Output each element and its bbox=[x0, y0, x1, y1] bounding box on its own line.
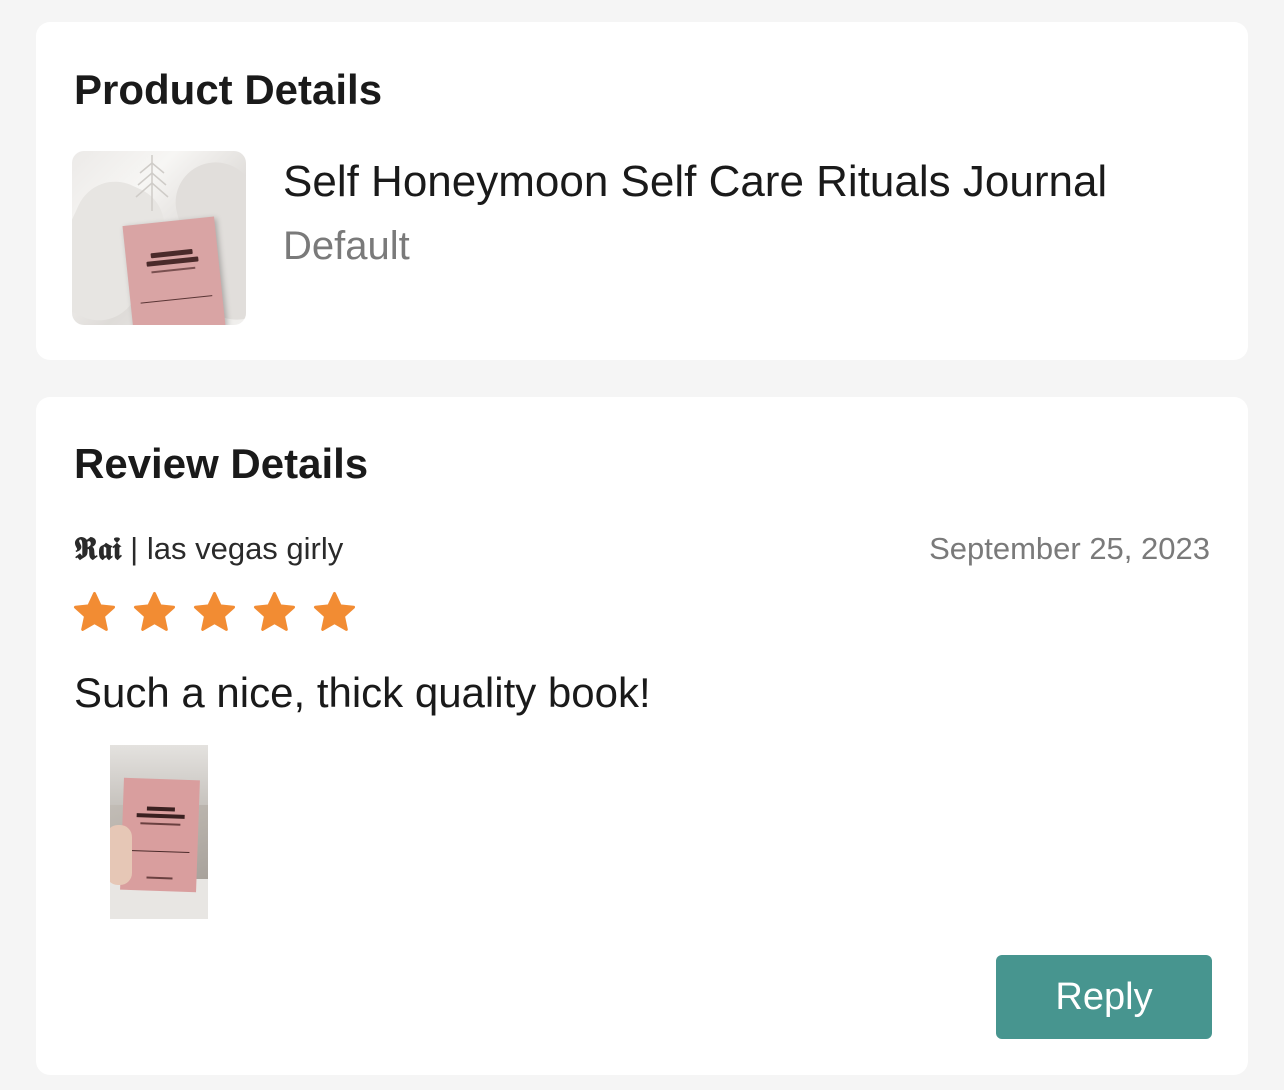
star-rating bbox=[72, 590, 357, 635]
star-icon bbox=[133, 591, 176, 631]
reviewer-suffix: | las vegas girly bbox=[121, 531, 344, 566]
reviewer-name: 𝕽𝖆𝖎 | las vegas girly bbox=[74, 530, 343, 568]
review-date: September 25, 2023 bbox=[929, 531, 1210, 566]
tree-pattern-icon bbox=[135, 155, 169, 211]
review-details-card: Review Details 𝕽𝖆𝖎 | las vegas girly Sep… bbox=[36, 397, 1248, 1075]
star-icon bbox=[73, 591, 116, 631]
star-icon bbox=[313, 591, 356, 631]
star-icon bbox=[193, 591, 236, 631]
reply-button[interactable]: Reply bbox=[996, 955, 1212, 1039]
product-thumbnail[interactable] bbox=[72, 151, 246, 325]
product-details-title: Product Details bbox=[74, 66, 383, 113]
product-details-card: Product Details Self Honeymoon Self Care… bbox=[36, 22, 1248, 360]
hand-image bbox=[110, 825, 132, 885]
review-text: Such a nice, thick quality book! bbox=[74, 669, 651, 716]
reviewer-handle: 𝕽𝖆𝖎 bbox=[74, 531, 122, 567]
review-details-title: Review Details bbox=[74, 440, 369, 487]
product-variant: Default bbox=[283, 224, 410, 268]
product-name[interactable]: Self Honeymoon Self Care Rituals Journal bbox=[283, 157, 1107, 206]
review-photo[interactable] bbox=[110, 745, 208, 919]
journal-book-image bbox=[120, 777, 200, 893]
journal-book-image bbox=[122, 216, 226, 325]
star-icon bbox=[253, 591, 296, 631]
